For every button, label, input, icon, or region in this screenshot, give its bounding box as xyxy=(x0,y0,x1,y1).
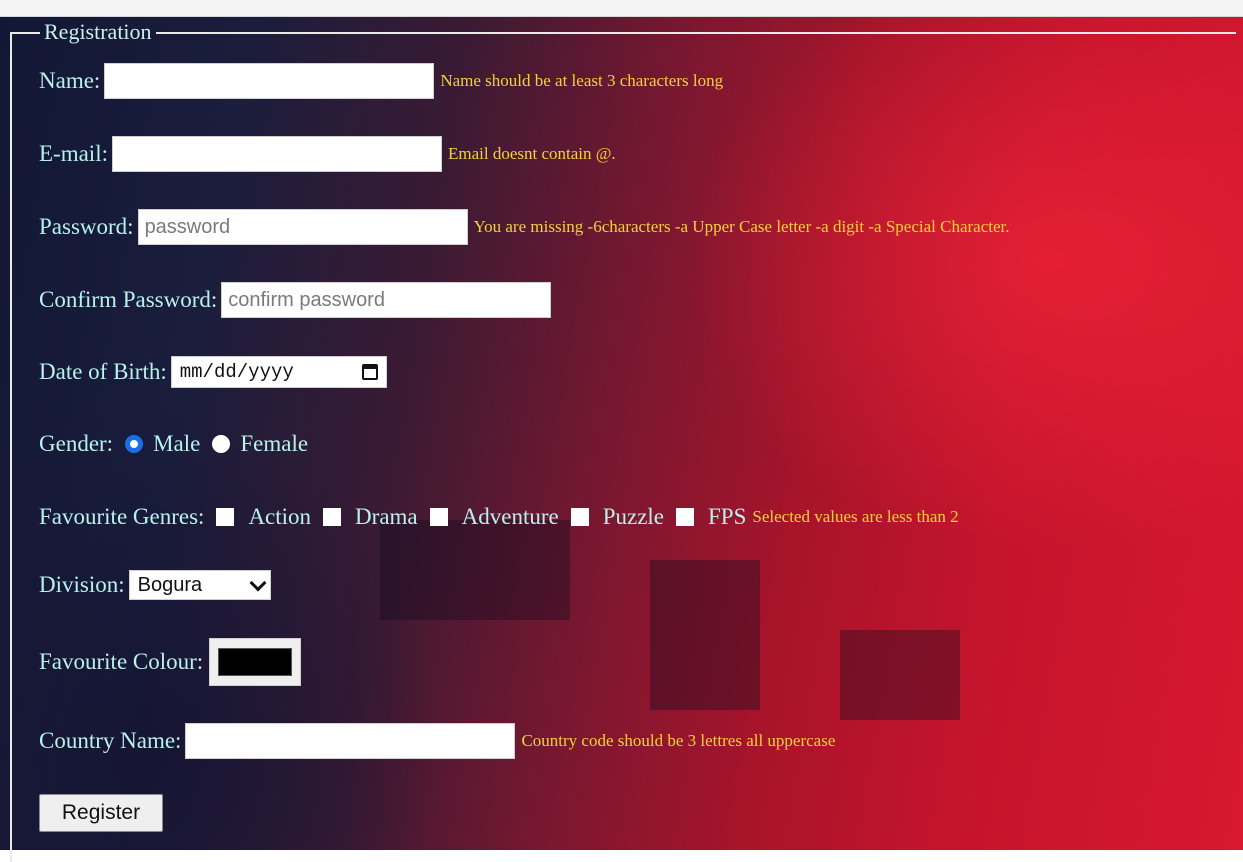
genre-fps-label[interactable]: FPS xyxy=(708,503,746,531)
genre-puzzle-label[interactable]: Puzzle xyxy=(603,503,664,531)
gender-male-label[interactable]: Male xyxy=(153,430,200,458)
gender-male-radio[interactable] xyxy=(125,435,144,453)
confirm-password-label: Confirm Password: xyxy=(39,287,218,312)
country-row: Country Name: Country code should be 3 l… xyxy=(39,723,835,759)
dob-label: Date of Birth: xyxy=(39,359,167,384)
name-input[interactable] xyxy=(104,63,435,99)
colour-picker[interactable] xyxy=(209,638,302,686)
password-error: You are missing -6characters -a Upper Ca… xyxy=(473,217,1010,236)
chevron-down-icon xyxy=(249,574,267,591)
gender-row: Gender: Male Female xyxy=(39,430,308,458)
country-label: Country Name: xyxy=(39,728,182,753)
password-input[interactable]: password xyxy=(137,209,468,245)
genre-fps-checkbox[interactable] xyxy=(676,508,695,526)
gender-female-radio[interactable] xyxy=(212,435,231,453)
confirm-password-row: Confirm Password: confirm password xyxy=(39,282,552,318)
genre-puzzle-checkbox[interactable] xyxy=(570,508,589,526)
genre-drama-checkbox[interactable] xyxy=(323,508,342,526)
calendar-icon[interactable] xyxy=(361,364,378,380)
gender-female-label[interactable]: Female xyxy=(240,430,308,458)
email-label: E-mail: xyxy=(39,141,108,166)
password-label: Password: xyxy=(39,214,134,239)
name-error: Name should be at least 3 characters lon… xyxy=(440,71,724,90)
genre-adventure-label[interactable]: Adventure xyxy=(462,503,559,531)
email-error: Email doesnt contain @. xyxy=(447,144,616,163)
register-button[interactable]: Register xyxy=(39,794,163,832)
dob-row: Date of Birth: mm/dd/yyyy xyxy=(39,356,387,388)
dob-input[interactable]: mm/dd/yyyy xyxy=(170,356,387,388)
division-label: Division: xyxy=(39,572,125,597)
genres-error: Selected values are less than 2 xyxy=(752,507,959,526)
genre-action-label[interactable]: Action xyxy=(248,503,311,531)
country-input[interactable] xyxy=(185,723,516,759)
genres-row: Favourite Genres: Action Drama Adventure… xyxy=(39,503,959,531)
gender-label: Gender: xyxy=(39,431,114,456)
colour-swatch xyxy=(218,648,293,676)
page-background: Registration Name: Name should be at lea… xyxy=(0,0,1243,862)
email-input[interactable] xyxy=(111,136,442,172)
dob-placeholder: mm/dd/yyyy xyxy=(179,361,294,383)
genre-drama-label[interactable]: Drama xyxy=(355,503,418,531)
top-strip xyxy=(0,0,1243,17)
email-row: E-mail: Email doesnt contain @. xyxy=(39,136,616,172)
division-select[interactable]: Bogura xyxy=(128,570,271,600)
fieldset-legend: Registration xyxy=(40,19,156,45)
name-row: Name: Name should be at least 3 characte… xyxy=(39,63,723,99)
genres-label: Favourite Genres: xyxy=(39,504,205,529)
name-label: Name: xyxy=(39,68,101,93)
confirm-password-input[interactable]: confirm password xyxy=(221,282,552,318)
password-row: Password: password You are missing -6cha… xyxy=(39,209,1010,245)
division-row: Division: Bogura xyxy=(39,570,271,600)
colour-row: Favourite Colour: xyxy=(39,638,302,686)
colour-label: Favourite Colour: xyxy=(39,649,204,674)
country-error: Country code should be 3 lettres all upp… xyxy=(521,731,836,750)
genre-action-checkbox[interactable] xyxy=(216,508,235,526)
genre-adventure-checkbox[interactable] xyxy=(429,508,448,526)
division-selected-value: Bogura xyxy=(137,573,203,596)
